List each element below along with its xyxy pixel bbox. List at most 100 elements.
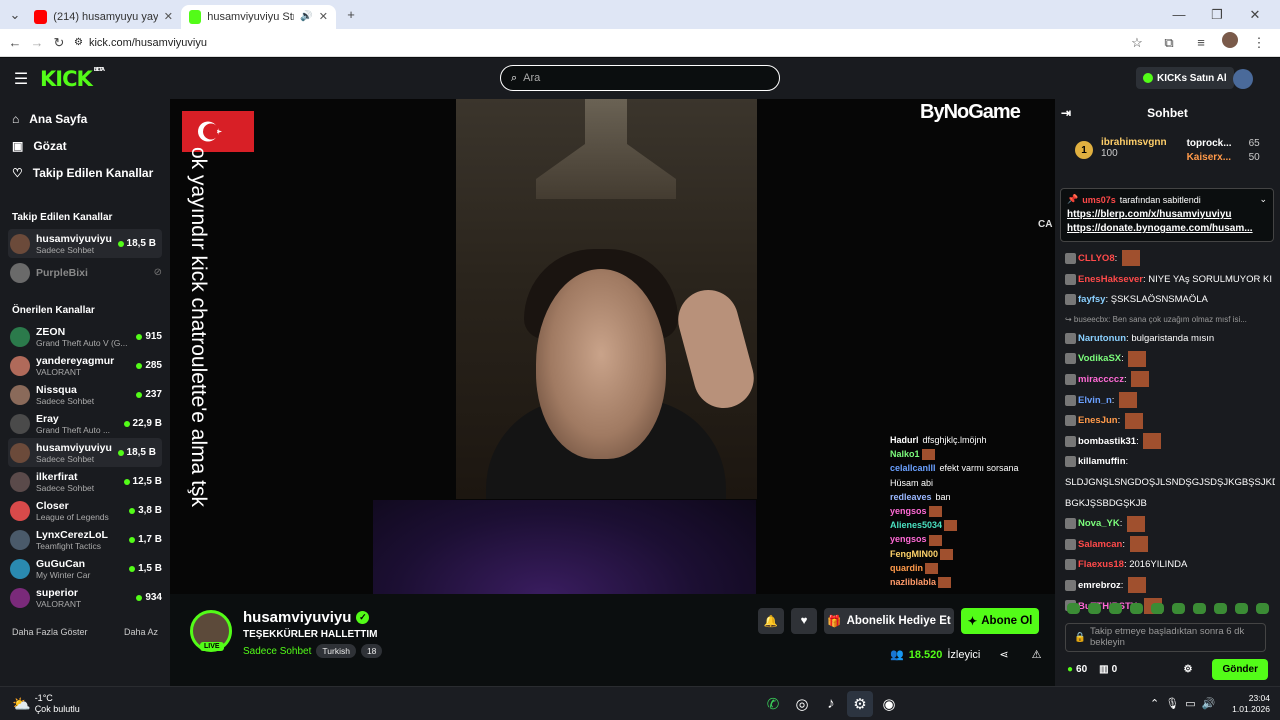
pinned-link[interactable]: https://blerp.com/x/husamviyuviyu (1067, 208, 1267, 222)
media-control-icon[interactable]: ≡ (1190, 32, 1212, 54)
chat-username[interactable]: Salamcan (1078, 539, 1122, 550)
site-info-icon[interactable]: ⚙ (74, 37, 83, 48)
weather-icon[interactable]: ⛅ (12, 695, 31, 713)
report-icon[interactable]: ⚠ (1032, 648, 1042, 661)
chat-username[interactable]: Flaexus18 (1078, 559, 1124, 570)
weather-widget[interactable]: -1°C Çok bulutlu (35, 693, 80, 715)
followed-channel[interactable]: husamviyuviyu Sadece Sohbet 18,5 B (8, 229, 162, 258)
url-field[interactable]: ⚙ kick.com/husamviyuviyu (70, 37, 207, 49)
steam-icon[interactable]: ⚙ (847, 690, 873, 717)
close-tab-icon[interactable]: ✕ (319, 10, 328, 23)
tiktok-icon[interactable]: ♪ (818, 691, 844, 717)
emote-picker-icon[interactable] (1256, 603, 1269, 614)
chat-username[interactable]: EnesHaksever (1078, 274, 1143, 285)
stream-category[interactable]: Sadece Sohbet (243, 646, 311, 657)
chrome-icon[interactable]: ◎ (789, 691, 815, 717)
nav-home[interactable]: ⌂ Ana Sayfa (0, 105, 170, 132)
recommended-channel[interactable]: husamviyuviyu Sadece Sohbet 18,5 B (8, 438, 162, 467)
chat-username[interactable]: Nova_YK (1078, 518, 1120, 529)
browser-menu-icon[interactable]: ⋮ (1248, 32, 1270, 54)
search-input[interactable]: ⌕ Ara (500, 65, 780, 91)
bookmark-star-icon[interactable]: ☆ (1126, 32, 1148, 54)
buy-kicks-button[interactable]: KICKs Satın Al (1136, 67, 1234, 89)
chat-input[interactable]: 🔒 Takip etmeye başladıktan sonra 6 dk be… (1065, 623, 1266, 652)
chat-username[interactable]: emrebroz (1078, 580, 1121, 591)
recommended-channel[interactable]: yandereyagmur VALORANT 285 (0, 351, 170, 380)
emote-picker-icon[interactable] (1088, 603, 1101, 614)
gift-sub-button[interactable]: 🎁 Abonelik Hediye Et (824, 608, 954, 634)
recommended-channel[interactable]: Closer League of Legends 3,8 B (0, 496, 170, 525)
pinned-link[interactable]: https://donate.bynogame.com/husam... (1067, 222, 1267, 236)
send-button[interactable]: Gönder (1212, 658, 1268, 680)
emote-picker-icon[interactable] (1109, 603, 1122, 614)
collapse-pin-icon[interactable]: ⌄ (1259, 194, 1267, 205)
points-counter[interactable]: ● 60 (1067, 664, 1087, 675)
chat-username[interactable]: killamuffin (1078, 456, 1126, 467)
stream-tag[interactable]: 18 (360, 644, 383, 658)
followed-channel[interactable]: PurpleBixi ⊘ (0, 258, 170, 287)
browser-tab-youtube[interactable]: (214) husamyuyu yayın vakti 5 - ✕ (26, 5, 181, 29)
profile-avatar[interactable] (1222, 31, 1238, 48)
chat-username[interactable]: EnesJun (1078, 415, 1118, 426)
emote-picker-icon[interactable] (1172, 603, 1185, 614)
chat-username[interactable]: miraccccz (1078, 374, 1124, 385)
collapse-chat-icon[interactable]: ⇥ (1061, 106, 1071, 120)
recommended-channel[interactable]: Nissqua Sadece Sohbet 237 (0, 380, 170, 409)
recommended-channel[interactable]: ilkerfirat Sadece Sohbet 12,5 B (0, 467, 170, 496)
whatsapp-icon[interactable]: ✆ (760, 691, 786, 717)
chat-username[interactable]: CLLYO8 (1078, 253, 1115, 264)
browser-tab-kick[interactable]: husamviyuviyu Stream - Wa 🔊 ✕ (181, 4, 336, 29)
notification-bell-button[interactable]: 🔔 (758, 608, 784, 634)
chat-settings-icon[interactable]: ⚙ (1183, 664, 1192, 675)
tab-list-icon[interactable]: ⌄ (4, 4, 26, 26)
obs-icon[interactable]: ◉ (876, 691, 902, 717)
restore-icon[interactable]: ❐ (1206, 4, 1228, 26)
extensions-icon[interactable]: ⧉ (1158, 32, 1180, 54)
share-icon[interactable]: ⋖ (999, 648, 1008, 661)
show-more-link[interactable]: Daha Fazla Göster (12, 627, 88, 637)
audio-icon[interactable]: 🔊 (300, 11, 312, 22)
emote-picker-icon[interactable] (1214, 603, 1227, 614)
pinned-message[interactable]: 📌 ums07s tarafından sabitlendi ⌄ https:/… (1060, 188, 1274, 242)
minimize-icon[interactable]: — (1168, 4, 1190, 26)
kick-logo[interactable]: KICK BETA (40, 67, 105, 91)
show-less-link[interactable]: Daha Az (124, 627, 158, 637)
network-icon[interactable]: ▭ (1185, 697, 1195, 710)
recommended-channel[interactable]: superior VALORANT 934 (0, 583, 170, 612)
reload-icon[interactable]: ↻ (48, 32, 70, 54)
follow-heart-button[interactable]: ♥ (791, 608, 817, 634)
clock[interactable]: 23:04 1.01.2026 (1228, 693, 1270, 715)
subscribe-button[interactable]: ✦ Abone Ol (961, 608, 1039, 634)
leader-user[interactable]: Kaiserx... (1187, 151, 1239, 165)
mic-icon[interactable]: 🎙 (1165, 697, 1179, 710)
recommended-channel[interactable]: LynxCerezLoL Teamfight Tactics 1,7 B (0, 525, 170, 554)
leader-user[interactable]: ibrahimsvgnn (1101, 137, 1167, 148)
new-tab-icon[interactable]: + (340, 4, 362, 26)
chat-username[interactable]: Elvin_n (1078, 395, 1112, 406)
forward-icon[interactable]: → (26, 32, 48, 54)
chat-username[interactable]: bombastik31 (1078, 436, 1136, 447)
back-icon[interactable]: ← (4, 32, 26, 54)
hamburger-menu-icon[interactable]: ☰ (10, 68, 32, 90)
gifts-counter[interactable]: ▥ 0 (1099, 664, 1117, 675)
nav-browse[interactable]: ▣ Gözat (0, 132, 170, 159)
close-window-icon[interactable]: ✕ (1244, 4, 1266, 26)
nav-following[interactable]: ♡ Takip Edilen Kanallar (0, 159, 170, 186)
recommended-channel[interactable]: ZEON Grand Theft Auto V (G... 915 (0, 322, 170, 351)
emote-picker-icon[interactable] (1193, 603, 1206, 614)
emote-picker-icon[interactable] (1130, 603, 1143, 614)
stream-tag[interactable]: Turkish (316, 644, 356, 658)
emote-picker-icon[interactable] (1151, 603, 1164, 614)
chat-username[interactable]: VodikaSX (1078, 353, 1121, 364)
streamer-name[interactable]: husamviyuviyu (243, 609, 351, 626)
recommended-channel[interactable]: GuGuCan My Winter Car 1,5 B (0, 554, 170, 583)
emote-picker-icon[interactable] (1235, 603, 1248, 614)
emote-picker-icon[interactable] (1067, 603, 1080, 614)
chat-username[interactable]: fayfsy (1078, 294, 1105, 305)
user-avatar[interactable] (1233, 69, 1253, 89)
chat-username[interactable]: Narutonun (1078, 333, 1126, 344)
video-player[interactable]: ok yayındır kick chatroulette'e alma tşk… (170, 99, 1055, 594)
volume-icon[interactable]: 🔊 (1202, 697, 1216, 710)
close-tab-icon[interactable]: ✕ (164, 10, 173, 23)
recommended-channel[interactable]: Eray Grand Theft Auto ... 22,9 B (0, 409, 170, 438)
